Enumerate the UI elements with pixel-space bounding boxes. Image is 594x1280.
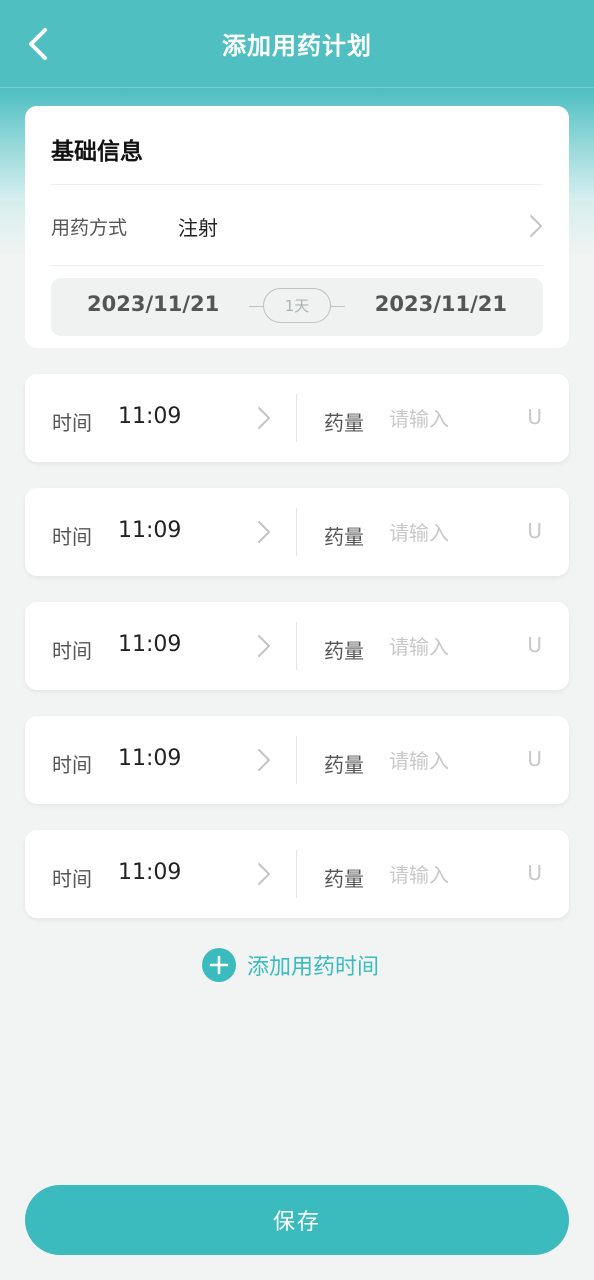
dose-input[interactable] [389,516,519,550]
dose-input[interactable] [389,744,519,778]
days-badge: 1天 [263,288,331,323]
dose-label: 药量 [324,867,364,891]
unit-label: U [527,633,542,657]
unit-label: U [527,747,542,771]
plus-icon [202,948,236,982]
date-range: 2023/11/21 1天 2023/11/21 [51,278,543,336]
time-label: 时间 [52,867,92,891]
time-value: 11:09 [118,746,182,771]
schedule-row: 时间 11:09 药量 U [25,374,569,462]
time-value: 11:09 [118,632,182,657]
time-value: 11:09 [118,860,182,885]
chevron-right-icon [258,635,270,657]
method-selector[interactable]: 用药方式 注射 [51,186,543,266]
save-button[interactable]: 保存 [25,1185,569,1255]
divider [296,736,297,784]
time-label: 时间 [52,639,92,663]
chevron-right-icon [258,749,270,771]
basic-info-card: 基础信息 用药方式 注射 2023/11/21 1天 2023/11/21 [25,106,569,348]
time-selector[interactable]: 时间 11:09 [25,602,295,690]
dose-input[interactable] [389,630,519,664]
dose-label: 药量 [324,525,364,549]
divider [296,622,297,670]
dose-label: 药量 [324,753,364,777]
days-indicator: 1天 [249,288,345,324]
time-label: 时间 [52,411,92,435]
unit-label: U [527,405,542,429]
divider [296,394,297,442]
time-selector[interactable]: 时间 11:09 [25,716,295,804]
dose-input[interactable] [389,402,519,436]
unit-label: U [527,861,542,885]
schedule-row: 时间 11:09 药量 U [25,602,569,690]
chevron-left-icon [29,28,47,60]
section-title: 基础信息 [51,139,143,165]
divider [51,265,543,266]
days-line-right [331,306,345,307]
chevron-right-icon [258,407,270,429]
unit-label: U [527,519,542,543]
time-value: 11:09 [118,518,182,543]
days-line-left [249,306,263,307]
time-label: 时间 [52,525,92,549]
divider [296,850,297,898]
dose-input[interactable] [389,858,519,892]
dose-label: 药量 [324,411,364,435]
navigation-bar: 添加用药计划 [0,0,594,88]
back-button[interactable] [18,24,58,64]
time-selector[interactable]: 时间 11:09 [25,374,295,462]
time-label: 时间 [52,753,92,777]
method-label: 用药方式 [51,216,128,239]
time-selector[interactable]: 时间 11:09 [25,488,295,576]
add-time-button[interactable]: 添加用药时间 [202,946,379,984]
end-date[interactable]: 2023/11/21 [375,292,507,316]
method-value: 注射 [178,215,218,240]
start-date[interactable]: 2023/11/21 [87,292,219,316]
schedule-row: 时间 11:09 药量 U [25,488,569,576]
chevron-right-icon [258,521,270,543]
add-time-label: 添加用药时间 [247,955,380,980]
page-title: 添加用药计划 [222,32,372,60]
divider [296,508,297,556]
time-value: 11:09 [118,404,182,429]
time-selector[interactable]: 时间 11:09 [25,830,295,918]
chevron-right-icon [258,863,270,885]
chevron-right-icon [530,215,542,237]
dose-label: 药量 [324,639,364,663]
schedule-row: 时间 11:09 药量 U [25,830,569,918]
schedule-row: 时间 11:09 药量 U [25,716,569,804]
divider [51,184,543,185]
